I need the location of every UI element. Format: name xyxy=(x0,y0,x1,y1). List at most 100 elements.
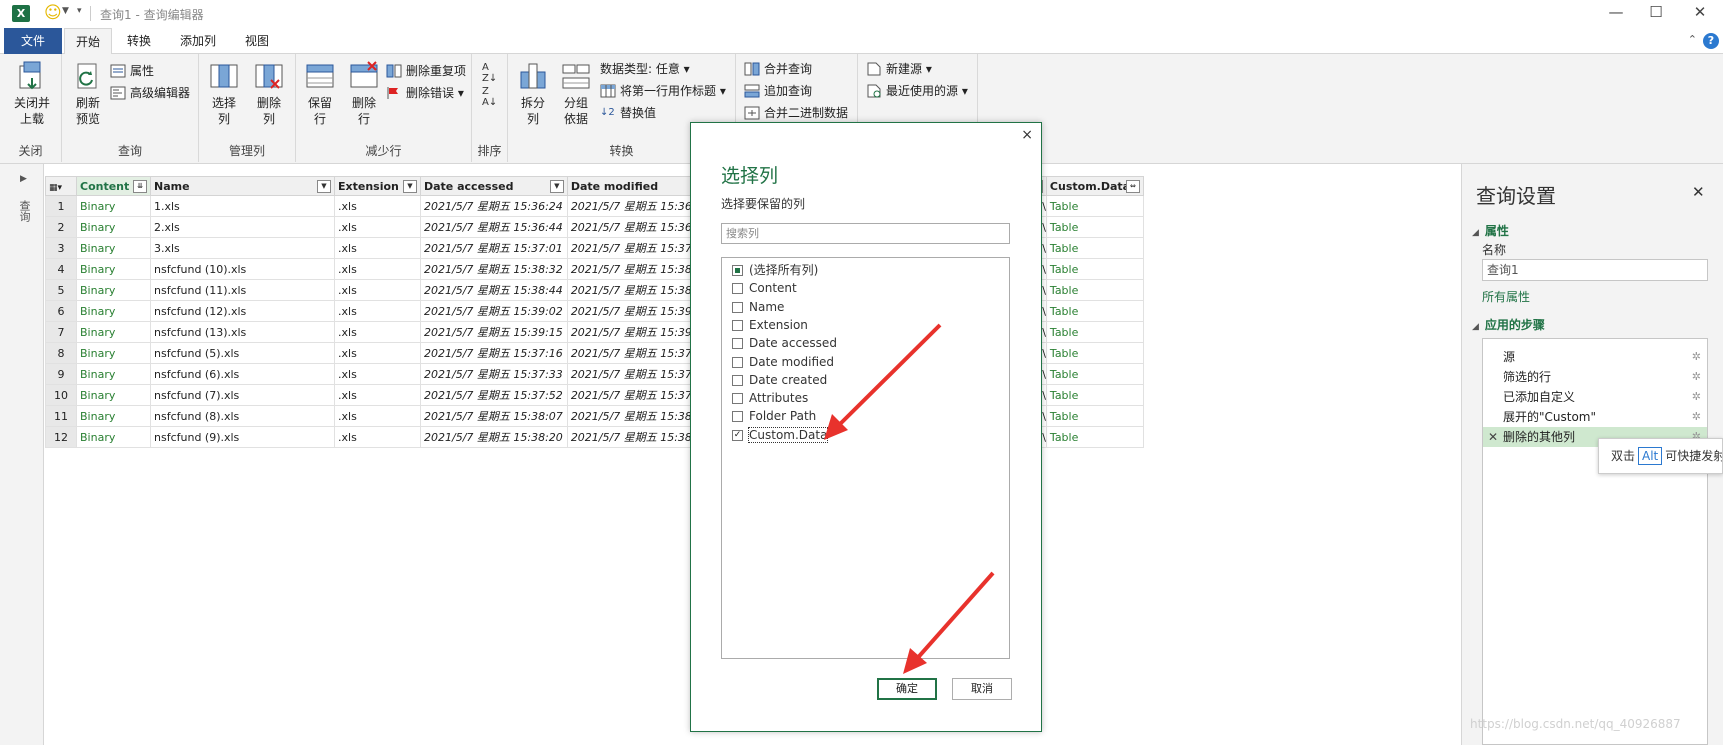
replace-values-button[interactable]: ↓2 替换值 xyxy=(600,104,656,122)
row-number[interactable]: 12 xyxy=(45,426,77,448)
remove-columns-button[interactable]: 删除 列 xyxy=(249,60,289,127)
filter-dropdown-icon[interactable]: ▼ xyxy=(549,180,564,193)
cell-date-modified[interactable]: 2021/5/7 星期五 15:39 xyxy=(566,300,697,322)
cell-name[interactable]: nsfcfund (10).xls xyxy=(150,258,335,280)
cell-date-accessed[interactable]: 2021/5/7 星期五 15:37:33 xyxy=(420,363,568,385)
cell-custom-data[interactable]: Table xyxy=(1045,300,1144,322)
column-checkbox-item[interactable]: ✓ Custom.Data xyxy=(732,426,829,444)
cell-name[interactable]: nsfcfund (7).xls xyxy=(150,384,335,406)
step-filtered-rows[interactable]: 筛选的行 ✲ xyxy=(1483,367,1707,387)
cell-extension[interactable]: .xls xyxy=(334,321,421,343)
row-number[interactable]: 3 xyxy=(45,237,77,259)
group-by-button[interactable]: 分组 依据 xyxy=(556,60,596,127)
gear-icon[interactable]: ✲ xyxy=(1692,347,1701,367)
step-added-custom[interactable]: 已添加自定义 ✲ xyxy=(1483,387,1707,407)
cell-custom-data[interactable]: Table xyxy=(1045,258,1144,280)
use-first-row-headers-button[interactable]: 将第一行用作标题 ▾ xyxy=(600,82,726,100)
close-and-load-button[interactable]: 关闭并 上载 xyxy=(8,60,56,127)
cell-date-accessed[interactable]: 2021/5/7 星期五 15:37:16 xyxy=(420,342,568,364)
data-type-dropdown[interactable]: 数据类型: 任意 ▾ xyxy=(600,60,690,78)
gear-icon[interactable]: ✲ xyxy=(1692,387,1701,407)
cell-content[interactable]: Binary xyxy=(76,321,151,343)
split-column-button[interactable]: 拆分 列 xyxy=(514,60,552,127)
cancel-button[interactable]: 取消 xyxy=(952,678,1012,700)
cell-custom-data[interactable]: Table xyxy=(1045,384,1144,406)
row-number[interactable]: 9 xyxy=(45,363,77,385)
cell-custom-data[interactable]: Table xyxy=(1045,426,1144,448)
cell-custom-data[interactable]: Table xyxy=(1045,342,1144,364)
sort-ascending-icon[interactable]: A Z↓ xyxy=(482,62,497,84)
column-checkbox-item[interactable]: Date accessed xyxy=(732,334,837,352)
cell-content[interactable]: Binary xyxy=(76,405,151,427)
cell-date-modified[interactable]: 2021/5/7 星期五 15:36 xyxy=(566,195,697,217)
checkbox-icon[interactable] xyxy=(732,374,743,386)
collapse-ribbon-icon[interactable]: ⌃ xyxy=(1688,33,1697,46)
cell-custom-data[interactable]: Table xyxy=(1045,321,1144,343)
ok-button[interactable]: 确定 xyxy=(877,678,937,700)
cell-name[interactable]: 3.xls xyxy=(150,237,335,259)
filter-dropdown-icon[interactable]: ▼ xyxy=(403,180,417,193)
column-checkbox-item[interactable]: Folder Path xyxy=(732,407,816,425)
row-number[interactable]: 6 xyxy=(45,300,77,322)
checkbox-checked-icon[interactable]: ✓ xyxy=(732,429,743,441)
cell-custom-data[interactable]: Table xyxy=(1045,195,1144,217)
recent-sources-button[interactable]: 最近使用的源 ▾ xyxy=(866,82,968,100)
cell-date-accessed[interactable]: 2021/5/7 星期五 15:36:44 xyxy=(420,216,568,238)
cell-extension[interactable]: .xls xyxy=(334,405,421,427)
gear-icon[interactable]: ✲ xyxy=(1692,407,1701,427)
cell-extension[interactable]: .xls xyxy=(334,195,421,217)
cell-content[interactable]: Binary xyxy=(76,426,151,448)
cell-date-modified[interactable]: 2021/5/7 星期五 15:38 xyxy=(566,405,697,427)
row-number[interactable]: 7 xyxy=(45,321,77,343)
cell-content[interactable]: Binary xyxy=(76,258,151,280)
maximize-button[interactable]: ☐ xyxy=(1636,3,1676,21)
cell-name[interactable]: nsfcfund (8).xls xyxy=(150,405,335,427)
cell-date-modified[interactable]: 2021/5/7 星期五 15:38 xyxy=(566,426,697,448)
cell-extension[interactable]: .xls xyxy=(334,384,421,406)
checkbox-icon[interactable] xyxy=(732,283,743,295)
checkbox-icon[interactable] xyxy=(732,338,743,350)
refresh-preview-button[interactable]: 刷新 预览 xyxy=(68,60,108,127)
cell-extension[interactable]: .xls xyxy=(334,300,421,322)
cell-date-modified[interactable]: 2021/5/7 星期五 15:37 xyxy=(566,363,697,385)
row-number[interactable]: 10 xyxy=(45,384,77,406)
column-checkbox-item[interactable]: Extension xyxy=(732,316,808,334)
checkbox-icon[interactable] xyxy=(732,301,743,313)
column-checkbox-item[interactable]: Name xyxy=(732,298,784,316)
cell-custom-data[interactable]: Table xyxy=(1045,405,1144,427)
cell-extension[interactable]: .xls xyxy=(334,342,421,364)
cell-name[interactable]: nsfcfund (5).xls xyxy=(150,342,335,364)
cell-custom-data[interactable]: Table xyxy=(1045,363,1144,385)
cell-content[interactable]: Binary xyxy=(76,279,151,301)
delete-step-icon[interactable]: ✕ xyxy=(1488,427,1498,447)
column-header-content[interactable]: Content ⇊ xyxy=(76,176,151,196)
merge-queries-button[interactable]: 合并查询 xyxy=(744,60,812,78)
cell-date-accessed[interactable]: 2021/5/7 星期五 15:36:24 xyxy=(420,195,568,217)
column-header-custom-data[interactable]: Custom.Data ⇔ xyxy=(1045,176,1144,196)
gear-icon[interactable]: ✲ xyxy=(1692,367,1701,387)
cell-content[interactable]: Binary xyxy=(76,237,151,259)
cell-custom-data[interactable]: Table xyxy=(1045,216,1144,238)
help-icon[interactable]: ? xyxy=(1703,33,1719,49)
cell-date-accessed[interactable]: 2021/5/7 星期五 15:38:32 xyxy=(420,258,568,280)
cell-date-modified[interactable]: 2021/5/7 星期五 15:36 xyxy=(566,216,697,238)
cell-name[interactable]: nsfcfund (13).xls xyxy=(150,321,335,343)
cell-content[interactable]: Binary xyxy=(76,363,151,385)
tab-add-column[interactable]: 添加列 xyxy=(172,28,224,54)
queries-label[interactable]: 查询 xyxy=(16,200,32,222)
cell-date-accessed[interactable]: 2021/5/7 星期五 15:39:15 xyxy=(420,321,568,343)
sort-descending-icon[interactable]: Z A↓ xyxy=(482,86,497,108)
expand-binary-icon[interactable]: ⇊ xyxy=(133,180,147,193)
cell-date-modified[interactable]: 2021/5/7 星期五 15:37 xyxy=(566,342,697,364)
tab-transform[interactable]: 转换 xyxy=(116,28,162,54)
cell-content[interactable]: Binary xyxy=(76,195,151,217)
table-corner-menu[interactable]: ▦▾ xyxy=(45,176,77,196)
cell-date-accessed[interactable]: 2021/5/7 星期五 15:38:20 xyxy=(420,426,568,448)
remove-errors-button[interactable]: 删除错误 ▾ xyxy=(386,84,464,102)
row-number[interactable]: 8 xyxy=(45,342,77,364)
cell-date-modified[interactable]: 2021/5/7 星期五 15:38 xyxy=(566,279,697,301)
minimize-button[interactable]: — xyxy=(1596,3,1636,21)
tab-home[interactable]: 开始 xyxy=(64,28,112,55)
column-checkbox-item[interactable]: (选择所有列) xyxy=(732,261,818,279)
cell-extension[interactable]: .xls xyxy=(334,279,421,301)
